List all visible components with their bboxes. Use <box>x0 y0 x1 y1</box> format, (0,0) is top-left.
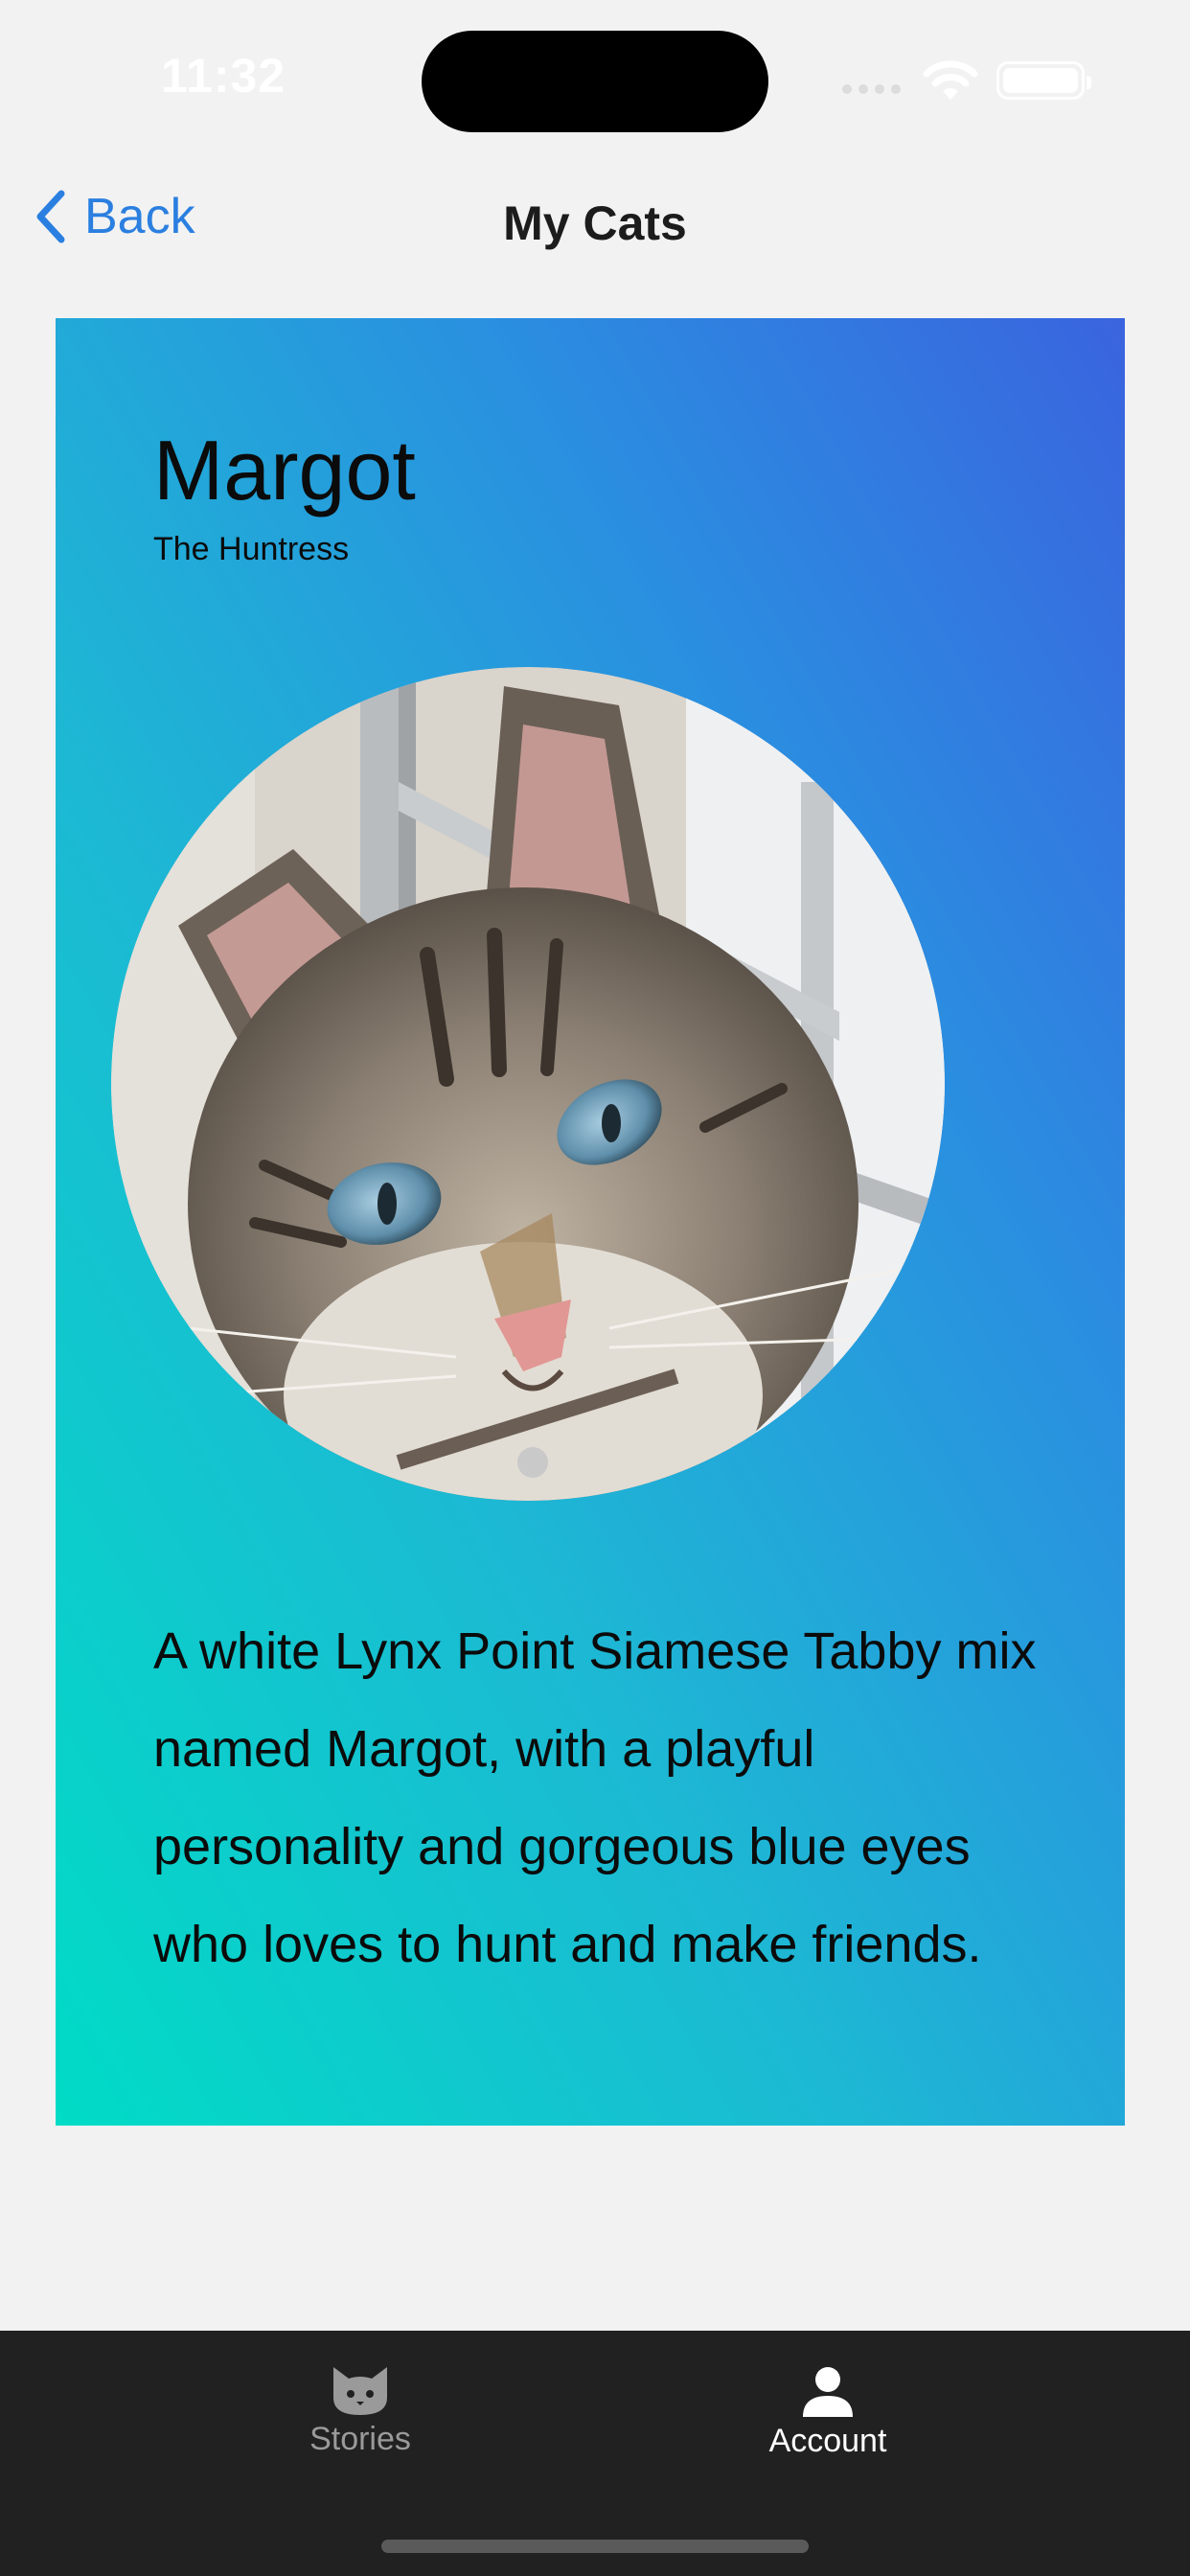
cat-face-icon <box>333 2367 387 2415</box>
cat-profile-card: Margot The Huntress A white Lynx Point S… <box>56 318 1125 2126</box>
home-indicator[interactable] <box>381 2540 809 2553</box>
person-icon <box>803 2367 853 2417</box>
battery-icon <box>996 61 1091 100</box>
cat-photo <box>111 667 945 1501</box>
tab-bar: Stories Account <box>0 2331 1190 2576</box>
tab-stories-label: Stories <box>309 2421 411 2457</box>
tab-account-label: Account <box>768 2423 887 2459</box>
wifi-icon <box>923 60 978 100</box>
dynamic-island <box>422 31 768 132</box>
cat-name: Margot <box>153 423 416 518</box>
tab-stories[interactable]: Stories <box>217 2365 504 2458</box>
cellular-signal-icon <box>842 84 901 94</box>
cat-subtitle: The Huntress <box>153 531 350 567</box>
status-time: 11:32 <box>161 49 286 103</box>
cat-description: A white Lynx Point Siamese Tabby mix nam… <box>153 1622 1037 1973</box>
page-title: My Cats <box>503 196 687 250</box>
tab-account[interactable]: Account <box>684 2365 972 2460</box>
